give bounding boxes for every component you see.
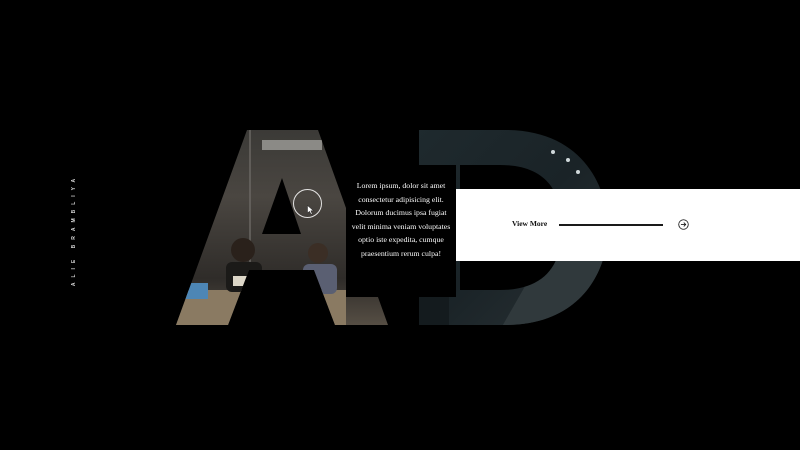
hero-body-text: Lorem ipsum, dolor sit amet consectetur …	[351, 181, 451, 258]
pointer-cursor-icon	[307, 205, 315, 215]
text-card: Lorem ipsum, dolor sit amet consectetur …	[346, 165, 456, 297]
view-more-line	[559, 224, 663, 226]
arrow-right-circle-icon[interactable]	[678, 219, 689, 230]
view-more-link[interactable]: View More	[512, 219, 547, 228]
hero-stage: ALIE BRAMBLIYA Lorem ipsum, dolor sit am…	[0, 0, 800, 450]
